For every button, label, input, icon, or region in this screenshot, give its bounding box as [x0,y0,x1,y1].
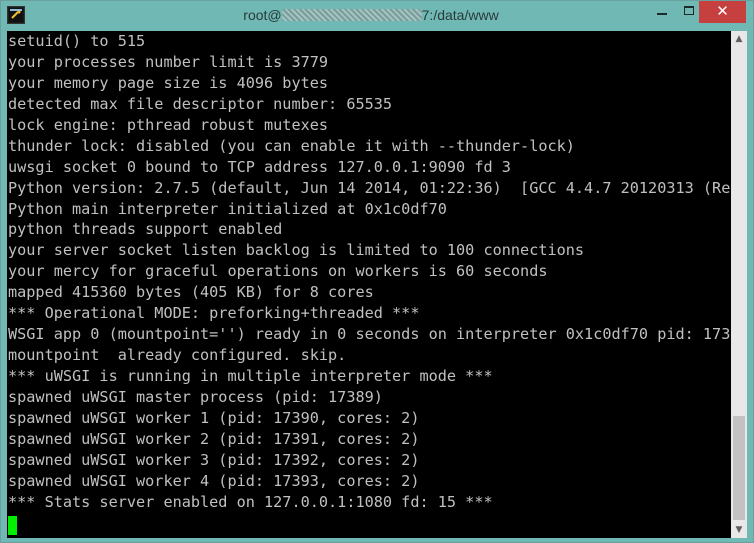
terminal-line: Python main interpreter initialized at 0… [8,199,447,218]
terminal-line: lock engine: pthread robust mutexes [8,115,329,134]
terminal-line: thunder lock: disabled (you can enable i… [8,136,575,155]
terminal-line: your mercy for graceful operations on wo… [8,262,548,281]
terminal-line: Python version: 2.7.5 (default, Jun 14 2… [8,178,731,197]
terminal-line: spawned uWSGI worker 1 (pid: 17390, core… [8,408,420,427]
window-title-prefix: root@ [243,7,282,23]
vertical-scrollbar[interactable]: ▲ ▼ [731,31,747,538]
terminal-cursor [8,516,17,535]
terminal-line: mountpoint already configured. skip. [8,346,347,365]
terminal-line: mapped 415360 bytes (405 KB) for 8 cores [8,283,374,302]
terminal-line: spawned uWSGI master process (pid: 17389… [8,387,383,406]
terminal-line: spawned uWSGI worker 3 (pid: 17392, core… [8,450,420,469]
terminal-line: *** uWSGI is running in multiple interpr… [8,367,493,385]
close-button[interactable]: ✕ [699,1,746,23]
terminal-line: spawned uWSGI worker 4 (pid: 17393, core… [8,471,420,490]
terminal-line: uwsgi socket 0 bound to TCP address 127.… [8,157,511,176]
terminal-line: python threads support enabled [8,220,283,239]
minimize-icon [657,13,667,15]
redacted-hostname [281,9,422,21]
terminal-line: your processes number limit is 3779 [8,52,329,71]
terminal-line: WSGI app 0 (mountpoint='') ready in 0 se… [8,325,731,344]
scroll-down-arrow-icon[interactable]: ▼ [731,522,747,538]
maximize-icon [684,6,694,15]
window-title-suffix: 7:/data/www [421,7,499,23]
terminal-lines: setuid() to 515 your processes number lim… [8,31,731,513]
terminal-line: your server socket listen backlog is lim… [8,241,585,260]
terminal-line: detected max file descriptor number: 655… [8,94,393,113]
terminal-line: *** Operational MODE: preforking+threade… [8,304,420,323]
scroll-up-arrow-icon[interactable]: ▲ [731,31,747,47]
window-title: root@ 7:/data/www [1,7,741,23]
terminal-line: spawned uWSGI worker 2 (pid: 17391, core… [8,429,420,448]
scrollbar-thumb[interactable] [733,416,745,520]
terminal-output[interactable]: setuid() to 515 your processes number lim… [7,31,731,538]
terminal-line: setuid() to 515 [8,32,146,50]
title-bar[interactable]: root@ 7:/data/www ✕ [1,1,753,32]
terminal-line: your memory page size is 4096 bytes [8,73,329,92]
close-icon: ✕ [716,2,729,20]
terminal-line: *** Stats server enabled on 127.0.0.1:10… [8,492,493,511]
